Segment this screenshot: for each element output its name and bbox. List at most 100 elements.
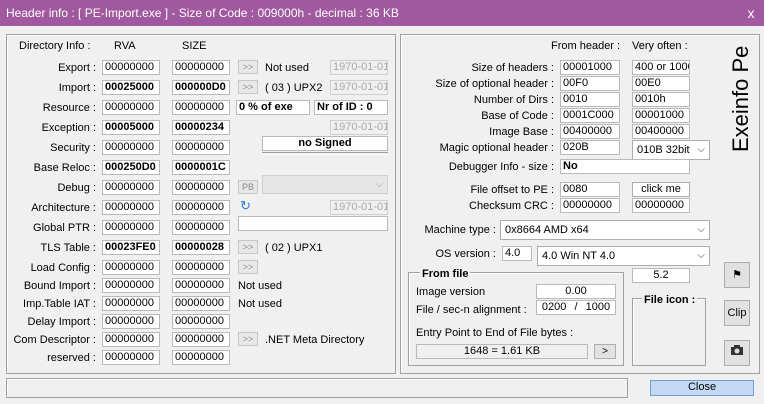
size-field[interactable]: 00000000 [172,220,230,235]
close-button[interactable]: Close [650,380,754,396]
checksum-often-field[interactable]: 00000000 [632,198,690,213]
clip-button[interactable]: Clip [724,300,750,326]
rva-field[interactable]: 00000000 [102,220,160,235]
debugger-info-label: Debugger Info - size : [448,161,554,173]
header-value-field[interactable]: 00001000 [560,60,620,75]
size-field[interactable]: 000000D0 [172,80,230,95]
header-value-field[interactable]: 0010 [560,92,620,107]
rva-field[interactable]: 00000000 [102,180,160,195]
dir-label: Com Descriptor : [13,334,96,346]
often-value-field[interactable]: 00400000 [632,124,690,139]
size-field[interactable]: 00000000 [172,314,230,329]
header-label: Size of headers : [471,62,554,74]
close-window-button[interactable]: x [742,4,760,22]
exeinfo-side-title: Exeinfo Pe [728,45,753,152]
header-label: Number of Dirs : [473,94,554,106]
size-field[interactable]: 00000000 [172,200,230,215]
entry-point-button[interactable]: > [594,344,616,359]
alignment-label: File / sec-n alignment : [416,304,527,316]
directory-button[interactable]: >> [238,240,258,254]
rva-field[interactable]: 00000000 [102,60,160,75]
header-label: Base of Code : [481,110,554,122]
chevron-down-icon: ⌵ [697,144,705,155]
dir-label: TLS Table : [40,242,96,254]
directory-button[interactable]: >> [238,60,258,74]
size-field[interactable]: 0000001C [172,160,230,175]
directory-note: ( 02 ) UPX1 [265,242,323,254]
signature-status: no Signed [262,136,388,151]
debug-select[interactable]: ⌵ [262,175,388,194]
header-value-field[interactable]: 0001C000 [560,108,620,123]
os-version-select[interactable]: 4.0 Win NT 4.0 ⌵ [537,246,710,266]
rva-field[interactable]: 00023FE0 [102,240,160,255]
linker-version-field[interactable]: 5.2 [632,268,690,283]
often-value-field[interactable]: 00E0 [632,76,690,91]
size-field[interactable]: 00000000 [172,350,230,365]
refresh-arrow-icon[interactable]: ↻ [240,198,251,214]
dir-label: Global PTR : [33,222,96,234]
alignment-field[interactable]: 0200 / 1000 [536,300,616,315]
rva-field[interactable]: 000250D0 [102,160,160,175]
checksum-field[interactable]: 00000000 [560,198,620,213]
dir-label: Load Config : [30,262,96,274]
chevron-down-icon: ⌵ [375,179,383,190]
rva-field[interactable]: 00025000 [102,80,160,95]
file-offset-field[interactable]: 0080 [560,182,620,197]
debugger-info-field[interactable]: No [560,159,690,174]
entry-point-field[interactable]: 1648 = 1.61 KB [416,344,588,359]
directory-note: Not used [238,280,283,292]
header-label: Size of optional header : [435,78,554,90]
dir-label: Bound Import : [23,280,96,292]
image-version-field[interactable]: 0.00 [536,284,616,299]
checkered-flag-icon: ⚑ [732,269,742,281]
click-me-button[interactable]: click me [632,182,690,197]
rva-field[interactable]: 00000000 [102,140,160,155]
title-bar: Header info : [ PE-Import.exe ] - Size o… [0,0,764,26]
size-field[interactable]: 00000000 [172,296,230,311]
directory-button[interactable]: PB [238,180,258,194]
file-icon-label: File icon : [642,294,698,306]
camera-button[interactable] [724,340,750,366]
header-value-field[interactable]: 00400000 [560,124,620,139]
magic-select[interactable]: 010B 32bit ⌵ [632,140,710,160]
checkered-flag-button[interactable]: ⚑ [724,262,750,288]
global-ptr-field[interactable] [238,216,388,231]
directory-button[interactable]: >> [238,80,258,94]
rva-field[interactable]: 00000000 [102,278,160,293]
size-field[interactable]: 00000000 [172,60,230,75]
size-field[interactable]: 00000000 [172,332,230,347]
size-field[interactable]: 00000234 [172,120,230,135]
os-version-short-field[interactable]: 4.0 [502,246,532,261]
often-value-field[interactable]: 0010h [632,92,690,107]
rva-field[interactable]: 00000000 [102,296,160,311]
chevron-down-icon: ⌵ [697,250,705,261]
dir-label: Security : [50,142,96,154]
os-version-value: 4.0 Win NT 4.0 [542,250,616,262]
directory-note: Not used [238,298,283,310]
directory-button[interactable]: >> [238,332,258,346]
size-field[interactable]: 00000000 [172,140,230,155]
file-offset-label: File offset to PE : [470,184,554,196]
machine-type-value: 0x8664 AMD x64 [505,224,589,236]
often-value-field[interactable]: 400 or 1000 [632,60,690,75]
size-field[interactable]: 00000000 [172,100,230,115]
rva-field[interactable]: 00000000 [102,332,160,347]
entry-point-label: Entry Point to End of File bytes : [416,327,574,339]
date-field: 1970-01-01 [330,80,388,95]
size-field[interactable]: 00000000 [172,180,230,195]
size-field[interactable]: 00000000 [172,278,230,293]
size-field[interactable]: 00000000 [172,260,230,275]
header-value-field[interactable]: 020B [560,140,620,155]
machine-type-select[interactable]: 0x8664 AMD x64 ⌵ [500,220,710,240]
rva-field[interactable]: 00000000 [102,314,160,329]
rva-field[interactable]: 00000000 [102,200,160,215]
often-value-field[interactable]: 00001000 [632,108,690,123]
directory-button[interactable]: >> [238,260,258,274]
rva-field[interactable]: 00000000 [102,350,160,365]
from-header-label: From header : [551,40,621,52]
header-value-field[interactable]: 00F0 [560,76,620,91]
rva-field[interactable]: 00000000 [102,100,160,115]
rva-field[interactable]: 00005000 [102,120,160,135]
size-field[interactable]: 00000028 [172,240,230,255]
rva-field[interactable]: 00000000 [102,260,160,275]
